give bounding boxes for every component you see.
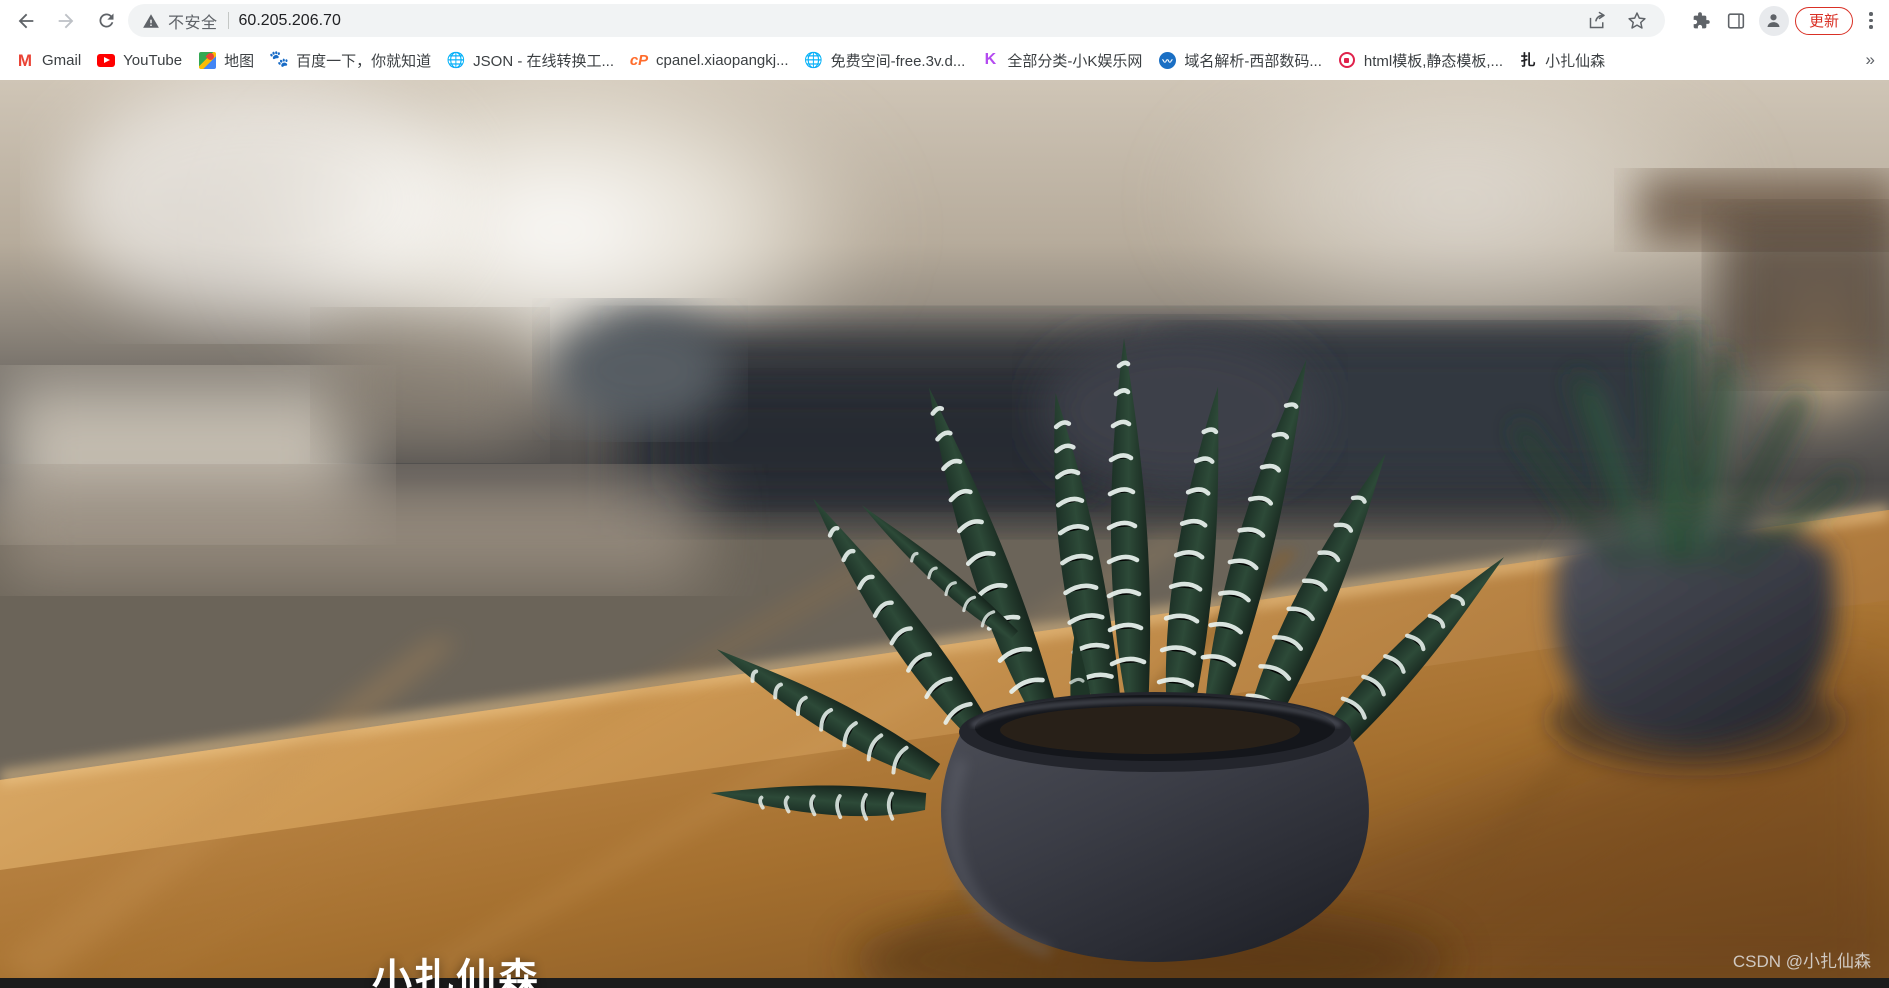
target-icon <box>1338 51 1356 69</box>
zha-icon: 扎 <box>1520 51 1536 69</box>
omnibox-divider <box>227 12 229 29</box>
bookmark-label: 地图 <box>224 52 255 70</box>
menu-dot <box>1869 25 1873 29</box>
cpanel-icon: cP <box>629 51 649 69</box>
profile-button[interactable] <box>1758 5 1789 36</box>
warning-triangle-icon <box>143 13 159 28</box>
chrome-menu-button[interactable] <box>1857 4 1885 38</box>
bookmarks-overflow-button[interactable]: » <box>1858 48 1883 72</box>
bookmark-label: YouTube <box>123 51 183 69</box>
bookmark-json-tool[interactable]: 🌐 JSON - 在线转换工... <box>439 46 622 74</box>
update-button[interactable]: 更新 <box>1794 6 1853 35</box>
omnibox-actions <box>1583 7 1657 35</box>
page-viewport: 小扎仙森 CSDN @小扎仙森 <box>0 80 1889 988</box>
globe-icon: 🌐 <box>446 51 466 69</box>
share-icon <box>1589 11 1605 29</box>
bookmarks-bar: M Gmail YouTube 地图 🐾 百度一下，你就知道 🌐 JSON - … <box>0 41 1889 80</box>
gmail-icon: M <box>17 50 33 70</box>
west-digital-icon: 〰 <box>1158 51 1176 69</box>
bookmark-maps[interactable]: 地图 <box>190 46 262 74</box>
menu-dot <box>1869 12 1873 16</box>
bookmark-xiaozha[interactable]: 扎 小扎仙森 <box>1511 46 1613 74</box>
side-panel-icon <box>1727 12 1745 29</box>
address-bar[interactable]: 不安全 60.205.206.70 <box>128 4 1665 37</box>
letter-k-icon: K <box>984 51 997 68</box>
bookmark-label: Gmail <box>42 51 82 69</box>
hero-title: 小扎仙森 <box>372 957 540 988</box>
navigation-buttons <box>0 1 126 41</box>
menu-dot <box>1869 18 1873 23</box>
bookmark-label: JSON - 在线转换工... <box>473 52 614 70</box>
bookmark-gmail[interactable]: M Gmail <box>8 46 89 74</box>
bookmark-xiaok[interactable]: K 全部分类-小K娱乐网 <box>973 46 1150 74</box>
bookmark-cpanel[interactable]: cP cpanel.xiaopangkj... <box>622 46 797 74</box>
google-maps-icon <box>198 51 216 69</box>
hero-section: 小扎仙森 CSDN @小扎仙森 <box>0 80 1889 988</box>
browser-toolbar: 不安全 60.205.206.70 更新 <box>0 0 1889 41</box>
arrow-left-icon <box>18 13 34 28</box>
bookmark-label: 小扎仙森 <box>1545 52 1606 70</box>
bookmark-label: 百度一下，你就知道 <box>296 52 432 70</box>
bookmark-west-digital[interactable]: 〰 域名解析-西部数码... <box>1150 46 1330 74</box>
share-button[interactable] <box>1583 7 1611 35</box>
bookmark-free-space[interactable]: 🌐 免费空间-free.3v.d... <box>797 46 974 74</box>
bookmark-html-template[interactable]: html模板,静态模板,... <box>1330 46 1511 74</box>
reload-icon <box>98 13 113 28</box>
bookmark-label: html模板,静态模板,... <box>1363 52 1504 70</box>
bookmark-label: 域名解析-西部数码... <box>1184 52 1322 70</box>
youtube-icon <box>97 51 116 69</box>
page-footer-strip <box>0 978 1889 988</box>
bookmark-label: 免费空间-free.3v.d... <box>830 52 966 70</box>
bookmark-baidu[interactable]: 🐾 百度一下，你就知道 <box>262 46 439 74</box>
baidu-icon: 🐾 <box>269 51 290 68</box>
puzzle-piece-icon <box>1693 11 1710 28</box>
reload-button[interactable] <box>86 1 126 41</box>
toolbar-right-actions: 更新 <box>1683 0 1889 41</box>
browser-window: 不安全 60.205.206.70 更新 M Gmail YouTube 地图 … <box>0 0 1889 988</box>
bookmark-button[interactable] <box>1623 7 1651 35</box>
side-panel-button[interactable] <box>1719 4 1753 38</box>
bookmark-youtube[interactable]: YouTube <box>89 46 190 74</box>
url-text: 60.205.206.70 <box>238 11 341 29</box>
forward-button[interactable] <box>46 1 86 41</box>
hero-background-photo <box>0 80 1889 988</box>
star-icon <box>1628 11 1646 29</box>
bookmark-label: 全部分类-小K娱乐网 <box>1007 52 1143 70</box>
arrow-right-icon <box>58 13 74 28</box>
bookmark-label: cpanel.xiaopangkj... <box>656 51 789 69</box>
avatar-icon <box>1767 14 1781 27</box>
back-button[interactable] <box>6 1 46 41</box>
globe-icon: 🌐 <box>804 51 823 69</box>
extensions-button[interactable] <box>1683 4 1717 38</box>
csdn-watermark: CSDN @小扎仙森 <box>1732 952 1871 971</box>
security-status-text: 不安全 <box>168 14 218 32</box>
